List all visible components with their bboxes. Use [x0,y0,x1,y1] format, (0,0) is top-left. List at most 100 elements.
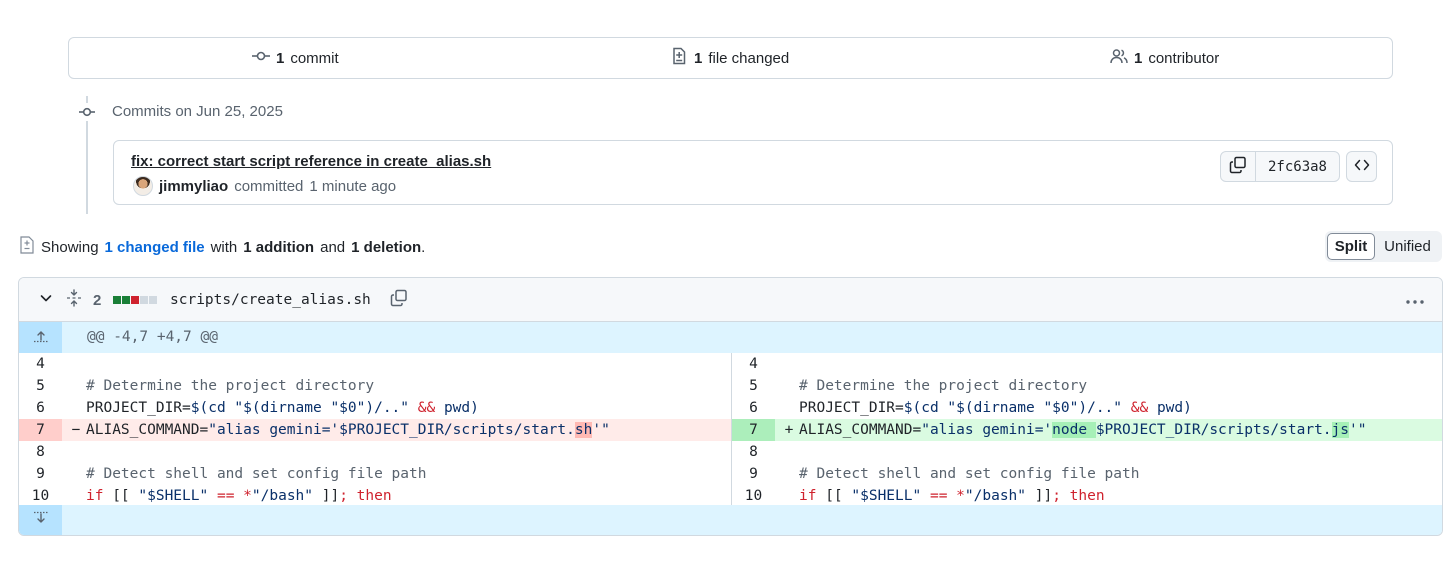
copy-filename-button[interactable] [390,278,408,322]
right-line-number[interactable]: 5 [732,375,775,397]
code-token: == [216,488,235,504]
code-token: "$SHELL" [138,488,209,504]
code-token: # Detect shell and set config file path [86,466,427,482]
commit-sha-link[interactable]: 2fc63a8 [1256,159,1339,175]
expand-up-icon [33,329,49,347]
collapse-file-button[interactable] [39,278,53,322]
left-code-line: # Detect shell and set config file path [86,463,426,485]
left-line-number[interactable]: 5 [19,375,62,397]
code-token: == [929,488,948,504]
code-token: * [956,488,965,504]
showing-and: and [320,238,346,256]
showing-with: with [210,238,238,256]
copy-sha-button[interactable] [1221,152,1256,181]
git-commit-icon [77,103,97,121]
files-label: file changed [708,49,790,67]
commit-title-link[interactable]: fix: correct start script reference in c… [131,153,491,170]
right-line-number[interactable]: 8 [732,441,775,463]
code-token: # Determine the project directory [799,378,1088,394]
commits-count: 1 [276,49,285,67]
left-line-number[interactable]: 4 [19,353,62,375]
diffstat-block [122,296,130,304]
expand-up-button[interactable] [19,322,62,353]
commits-date-heading: Commits on Jun 25, 2025 [112,103,283,120]
diffstat-block [140,296,148,304]
code-token: ]] [313,488,340,504]
left-code-line: PROJECT_DIR=$(cd "$(dirname "$0")/.." &&… [86,397,479,419]
avatar[interactable] [133,176,153,196]
right-line-number[interactable]: 10 [732,485,775,507]
diff-view-toggle: Split Unified [1325,231,1442,262]
right-line-number[interactable]: 9 [732,463,775,485]
commits-label: commit [290,49,339,67]
unified-view-button[interactable]: Unified [1375,233,1440,260]
code-token: [[ [816,488,852,504]
diff-summary-text: Showing 1 changed file with 1 addition a… [19,236,425,258]
code-token: js [1331,422,1349,438]
left-line-number[interactable]: 7 [19,419,62,441]
commit-action: committed [234,177,304,195]
code-token: $(cd "$(dirname "$0")/.." [190,400,418,416]
right-line-number[interactable]: 6 [732,397,775,419]
code-token: # Detect shell and set config file path [799,466,1140,482]
code-token: if [86,488,104,504]
contributors-label: contributor [1148,49,1220,67]
commit-author-link[interactable]: jimmyliao [159,178,228,195]
commits-tab[interactable]: 1 commit [252,38,339,78]
file-diff-icon [19,236,35,258]
code-token: # Determine the project directory [86,378,375,394]
commit-meta: jimmyliao committed 1 minute ago [133,176,396,196]
diffstat-block [113,296,121,304]
expand-down-icon [33,511,49,529]
chevron-down-icon [39,291,53,309]
changed-files-link[interactable]: 1 changed file [105,239,205,256]
deletion-marker: − [71,422,81,438]
hunk-footer-row [19,505,1442,535]
expand-all-button[interactable] [66,278,82,322]
right-line-number[interactable]: 4 [732,353,775,375]
browse-repository-button[interactable] [1346,151,1377,182]
compare-summary-bar: 1 commit 1 file changed 1 contributor [68,37,1393,79]
contributors-tab[interactable]: 1 contributor [1110,38,1219,78]
file-options-button[interactable] [1405,278,1425,322]
left-code-line: if [[ "$SHELL" == *"/bash" ]]; then [86,485,392,507]
right-code-line: # Determine the project directory [799,375,1087,397]
additions-count: 1 addition [243,238,315,256]
showing-period: . [421,238,426,256]
diffstat-bars [113,278,157,322]
showing-prefix: Showing [41,238,99,256]
right-code-line: # Detect shell and set config file path [799,463,1139,485]
diff-change-count: 2 [93,291,102,309]
code-token: sh [574,422,593,438]
code-icon [1354,157,1370,177]
copy-icon [390,289,408,311]
right-line-number[interactable]: 7 [732,419,775,441]
contributors-count: 1 [1134,49,1143,67]
expand-down-button[interactable] [19,505,62,535]
deletions-count: 1 deletion [351,238,422,256]
copy-icon [1229,156,1247,178]
fold-icon [66,289,82,311]
hunk-header: @@ -4,7 +4,7 @@ [87,329,218,345]
code-token: "/bash" [964,488,1027,504]
diff-filename[interactable]: scripts/create_alias.sh [170,278,371,322]
diffstat-block [149,296,157,304]
files-changed-tab[interactable]: 1 file changed [670,38,789,78]
files-count: 1 [694,49,703,67]
code-token: [[ [103,488,139,504]
left-line-number[interactable]: 9 [19,463,62,485]
split-view-button[interactable]: Split [1327,233,1375,260]
left-line-number[interactable]: 10 [19,485,62,507]
code-token: ; then [1052,488,1105,504]
code-token: * [243,488,252,504]
code-token: "alias gemini='$PROJECT_DIR/scripts/star… [208,422,575,438]
left-line-number[interactable]: 6 [19,397,62,419]
code-token: ALIAS_COMMAND= [799,422,922,438]
code-token: ]] [1026,488,1053,504]
commit-time: 1 minute ago [309,177,397,195]
file-diff-icon [670,47,688,69]
code-token: ; then [339,488,392,504]
left-line-number[interactable]: 8 [19,441,62,463]
